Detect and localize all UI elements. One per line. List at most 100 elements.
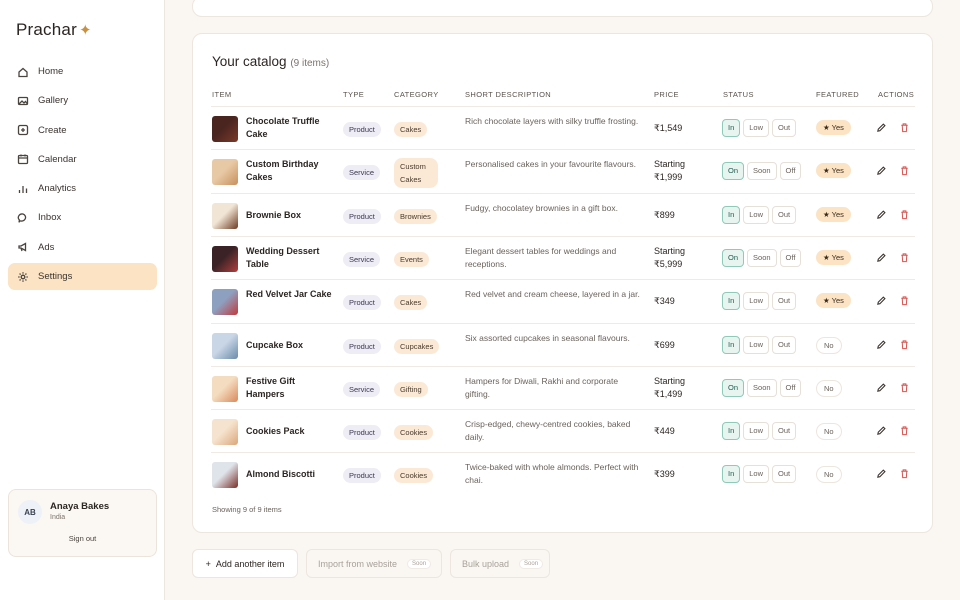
sidebar-item-calendar[interactable]: Calendar bbox=[8, 146, 157, 173]
category-pill: Custom Cakes bbox=[394, 158, 438, 189]
sidebar-item-label: Ads bbox=[38, 241, 55, 253]
featured-toggle[interactable]: No bbox=[816, 423, 842, 441]
status-option-in[interactable]: In bbox=[722, 119, 741, 137]
sidebar-item-analytics[interactable]: Analytics bbox=[8, 175, 157, 202]
featured-toggle[interactable]: No bbox=[816, 466, 842, 484]
status-option-out[interactable]: Out bbox=[772, 465, 797, 484]
edit-icon[interactable] bbox=[876, 165, 887, 176]
item-name[interactable]: Cupcake Box bbox=[246, 339, 334, 352]
featured-toggle[interactable]: ★ Yes bbox=[816, 120, 851, 135]
featured-toggle[interactable]: ★ Yes bbox=[816, 206, 851, 222]
status-option-in[interactable]: In bbox=[722, 422, 741, 441]
item-name[interactable]: Almond Biscotti bbox=[246, 468, 334, 481]
edit-icon[interactable] bbox=[876, 382, 887, 393]
status-option-low[interactable]: Low bbox=[743, 335, 770, 354]
item-name[interactable]: Chocolate Truffle Cake bbox=[246, 115, 334, 141]
edit-icon[interactable] bbox=[876, 209, 887, 220]
table-row: Chocolate Truffle Cake Product Cakes Rich c… bbox=[211, 106, 915, 149]
status-option-off[interactable]: Off bbox=[779, 248, 802, 267]
edit-icon[interactable] bbox=[876, 295, 887, 306]
featured-toggle[interactable]: ★ Yes bbox=[816, 163, 851, 179]
edit-icon[interactable] bbox=[876, 425, 887, 436]
sidebar-item-ads[interactable]: Ads bbox=[8, 234, 157, 261]
item-price: ₹899 bbox=[654, 209, 675, 220]
item-name[interactable]: Cookies Pack bbox=[246, 425, 334, 438]
app-name: Prachar bbox=[16, 20, 77, 39]
featured-toggle[interactable]: No bbox=[816, 379, 842, 397]
sidebar-item-create[interactable]: Create bbox=[8, 117, 157, 144]
table-row: Brownie Box Product Brownies Fudgy, chocola… bbox=[211, 192, 915, 236]
trash-icon[interactable] bbox=[899, 382, 910, 393]
item-thumbnail bbox=[212, 245, 238, 272]
item-name[interactable]: Festive Gift Hampers bbox=[246, 375, 334, 401]
showing-count: Showing 9 of 9 items bbox=[212, 505, 282, 514]
catalog-card: Your catalog (9 items) ITEM TYPE CATEGOR… bbox=[192, 33, 933, 533]
status-toggle: In Low Out bbox=[722, 422, 797, 441]
item-price: ₹1,549 bbox=[654, 123, 683, 133]
status-option-out[interactable]: Out bbox=[772, 205, 797, 224]
item-price: Starting ₹1,499 bbox=[654, 375, 686, 399]
status-option-in[interactable]: In bbox=[722, 465, 741, 484]
status-option-in[interactable]: In bbox=[722, 335, 741, 354]
status-option-low[interactable]: Low bbox=[743, 205, 770, 224]
status-option-low[interactable]: Low bbox=[743, 465, 770, 484]
trash-icon[interactable] bbox=[899, 252, 910, 263]
col-item: ITEM bbox=[212, 90, 232, 99]
app-logo[interactable]: Prachar ✦ bbox=[16, 20, 92, 40]
item-thumbnail bbox=[212, 462, 238, 489]
trash-icon[interactable] bbox=[899, 339, 910, 350]
col-description: SHORT DESCRIPTION bbox=[465, 90, 552, 99]
sign-out-link[interactable]: Sign out bbox=[9, 534, 156, 543]
edit-icon[interactable] bbox=[876, 339, 887, 350]
status-option-off[interactable]: Off bbox=[779, 378, 802, 397]
trash-icon[interactable] bbox=[899, 122, 910, 133]
bulk-upload-button[interactable]: Bulk upload Soon bbox=[450, 549, 550, 578]
featured-toggle[interactable]: No bbox=[816, 336, 842, 354]
featured-toggle[interactable]: ★ Yes bbox=[816, 293, 851, 309]
trash-icon[interactable] bbox=[899, 165, 910, 176]
status-option-off[interactable]: Off bbox=[779, 162, 802, 181]
sidebar-item-label: Create bbox=[38, 124, 67, 136]
sidebar-item-inbox[interactable]: Inbox bbox=[8, 204, 157, 231]
item-name[interactable]: Custom Birthday Cakes bbox=[246, 158, 334, 184]
edit-icon[interactable] bbox=[876, 468, 887, 479]
item-description: Elegant dessert tables for weddings and … bbox=[465, 245, 617, 269]
item-name[interactable]: Wedding Dessert Table bbox=[246, 245, 334, 271]
status-option-soon[interactable]: Soon bbox=[747, 378, 777, 397]
import-website-button[interactable]: Import from website Soon bbox=[306, 549, 442, 578]
trash-icon[interactable] bbox=[899, 209, 910, 220]
status-option-in[interactable]: In bbox=[722, 292, 741, 311]
edit-icon[interactable] bbox=[876, 252, 887, 263]
edit-icon[interactable] bbox=[876, 122, 887, 133]
plus-square-icon bbox=[17, 124, 29, 136]
status-option-on[interactable]: On bbox=[722, 378, 745, 397]
status-option-out[interactable]: Out bbox=[772, 422, 797, 441]
status-option-in[interactable]: In bbox=[722, 205, 741, 224]
featured-toggle[interactable]: ★ Yes bbox=[816, 249, 851, 265]
sidebar-item-gallery[interactable]: Gallery bbox=[8, 87, 157, 114]
status-option-on[interactable]: On bbox=[722, 162, 745, 181]
status-option-low[interactable]: Low bbox=[743, 119, 770, 137]
item-name[interactable]: Brownie Box bbox=[246, 209, 334, 222]
trash-icon[interactable] bbox=[899, 468, 910, 479]
type-pill: Product bbox=[343, 468, 381, 484]
status-option-out[interactable]: Out bbox=[772, 292, 797, 311]
add-item-button[interactable]: + Add another item bbox=[192, 549, 298, 578]
status-option-low[interactable]: Low bbox=[743, 422, 770, 441]
plus-icon: + bbox=[205, 558, 211, 569]
category-pill: Events bbox=[394, 251, 429, 267]
item-name[interactable]: Red Velvet Jar Cake bbox=[246, 288, 334, 301]
status-option-out[interactable]: Out bbox=[772, 335, 797, 354]
status-option-on[interactable]: On bbox=[722, 248, 745, 267]
item-thumbnail bbox=[212, 289, 238, 316]
sidebar-item-home[interactable]: Home bbox=[8, 58, 157, 85]
status-toggle: On Soon Off bbox=[722, 378, 802, 397]
status-option-low[interactable]: Low bbox=[743, 292, 770, 311]
item-description: Fudgy, chocolatey brownies in a gift box… bbox=[465, 202, 618, 213]
sidebar-item-settings[interactable]: Settings bbox=[8, 263, 157, 291]
trash-icon[interactable] bbox=[899, 425, 910, 436]
status-option-out[interactable]: Out bbox=[772, 119, 797, 137]
trash-icon[interactable] bbox=[899, 295, 910, 306]
status-option-soon[interactable]: Soon bbox=[747, 162, 777, 181]
status-option-soon[interactable]: Soon bbox=[747, 248, 777, 267]
